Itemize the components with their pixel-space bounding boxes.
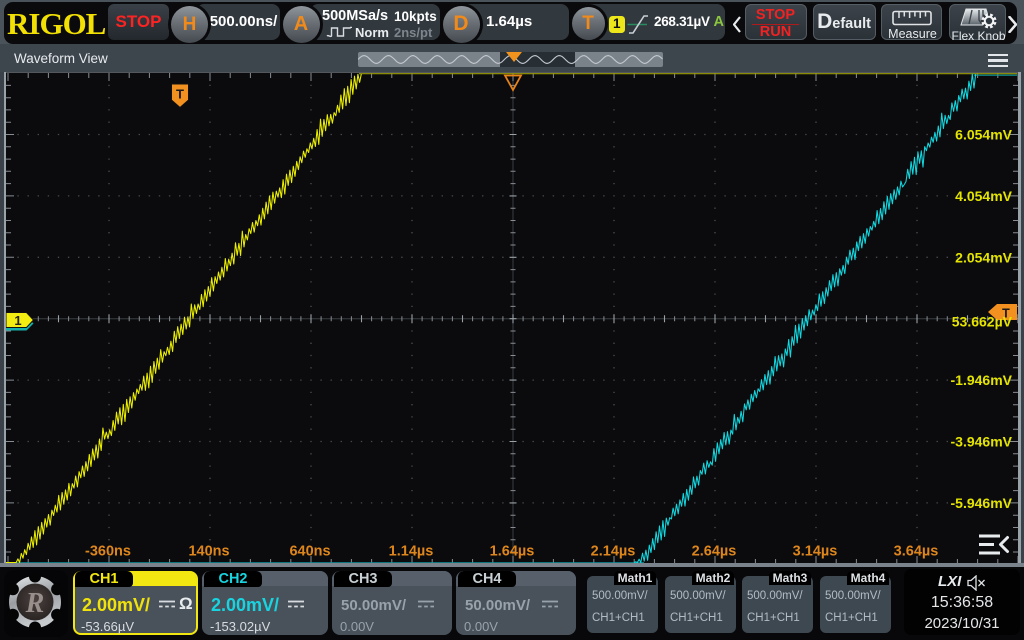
svg-text:4.054mV: 4.054mV: [955, 187, 1012, 203]
svg-text:2.054mV: 2.054mV: [955, 249, 1012, 265]
svg-text:1: 1: [14, 313, 21, 328]
svg-text:140ns: 140ns: [188, 543, 229, 559]
svg-text:-3.946mV: -3.946mV: [950, 433, 1012, 449]
svg-text:3.64µs: 3.64µs: [893, 543, 938, 559]
svg-text:1.64µs: 1.64µs: [489, 543, 534, 559]
svg-text:T: T: [176, 86, 184, 101]
svg-text:3.14µs: 3.14µs: [792, 543, 837, 559]
svg-text:2.14µs: 2.14µs: [590, 543, 635, 559]
svg-text:2.64µs: 2.64µs: [691, 543, 736, 559]
svg-text:640ns: 640ns: [289, 543, 330, 559]
svg-text:53.662µV: 53.662µV: [951, 313, 1012, 329]
svg-text:-360ns: -360ns: [85, 543, 131, 559]
svg-text:-5.946mV: -5.946mV: [950, 494, 1012, 510]
svg-text:-1.946mV: -1.946mV: [950, 372, 1012, 388]
svg-text:1.14µs: 1.14µs: [388, 543, 433, 559]
svg-text:6.054mV: 6.054mV: [955, 126, 1012, 142]
svg-text:R: R: [25, 588, 45, 619]
